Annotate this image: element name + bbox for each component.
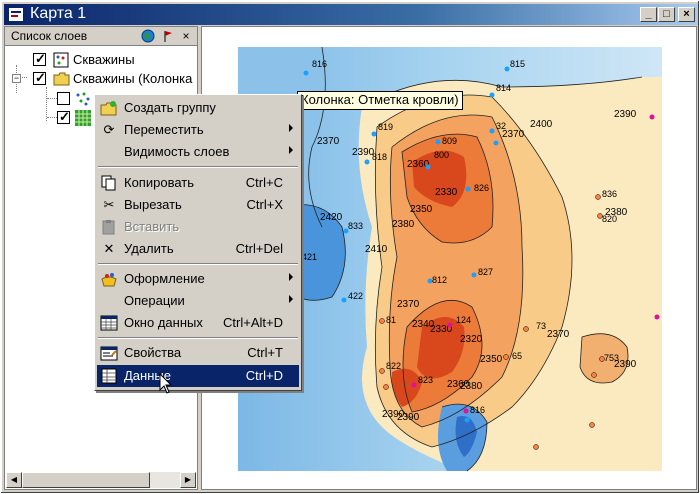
- well-label: 827: [478, 267, 493, 277]
- title-bar[interactable]: Карта 1 _ □ ×: [4, 4, 698, 25]
- layer-visibility-checkbox[interactable]: [57, 109, 70, 125]
- well-label: 815: [510, 59, 525, 69]
- well-label: 81: [386, 315, 396, 325]
- paste-icon: [100, 219, 118, 235]
- data-icon: [100, 368, 118, 384]
- properties-icon: [100, 345, 118, 361]
- contour-label: 2370: [397, 299, 420, 310]
- menu-item-data-window[interactable]: Окно данных Ctrl+Alt+D: [97, 312, 299, 334]
- menu-item-data[interactable]: Данные Ctrl+D: [97, 365, 299, 387]
- layer-label: Скважины (Колонка: [73, 71, 193, 86]
- globe-icon[interactable]: [141, 29, 155, 43]
- scroll-left-icon[interactable]: ◀: [6, 472, 22, 488]
- data-window-icon: [100, 315, 118, 331]
- minimize-button[interactable]: _: [640, 7, 657, 22]
- close-panel-icon[interactable]: ×: [179, 29, 193, 43]
- well-label: 812: [432, 275, 447, 285]
- window-title: Карта 1: [30, 5, 87, 22]
- contour-label: 2370: [317, 136, 340, 147]
- menu-item-delete[interactable]: ✕ Удалить Ctrl+Del: [97, 238, 299, 260]
- well-label: 809: [442, 136, 457, 146]
- move-icon: ⟳: [103, 122, 115, 137]
- cut-icon: ✂: [103, 197, 115, 212]
- well-label: 819: [378, 122, 393, 132]
- layers-panel-header: Список слоев ×: [5, 27, 197, 46]
- style-icon: [100, 271, 118, 287]
- menu-item-style[interactable]: Оформление: [97, 268, 299, 290]
- delete-icon: ✕: [103, 241, 115, 256]
- contour-label: 2380: [460, 381, 483, 392]
- layer-visibility-checkbox[interactable]: [33, 70, 46, 86]
- contour-label: 2390: [382, 409, 405, 420]
- well-label: 814: [496, 83, 511, 93]
- well-label: 65: [512, 351, 522, 361]
- well-label: 73: [536, 321, 546, 331]
- menu-item-paste[interactable]: Вставить: [97, 216, 299, 238]
- maximize-button[interactable]: □: [658, 7, 675, 22]
- contour-label: 2410: [365, 244, 388, 255]
- create-group-icon: [100, 100, 118, 116]
- menu-separator: [98, 263, 298, 265]
- menu-item-layer-visibility[interactable]: Видимость слоев: [97, 141, 299, 163]
- menu-separator: [98, 337, 298, 339]
- folder-icon: [53, 71, 70, 87]
- well-label: 32: [496, 121, 506, 131]
- well-label: 422: [348, 291, 363, 301]
- layer-label: Скважины: [73, 52, 135, 67]
- menu-item-cut[interactable]: ✂ Вырезать Ctrl+X: [97, 194, 299, 216]
- submenu-arrow-icon: [289, 124, 293, 132]
- scrollbar-thumb[interactable]: [22, 472, 150, 488]
- menu-separator: [98, 166, 298, 168]
- contour-label: 2420: [320, 212, 343, 223]
- contour-label: 2350: [480, 354, 503, 365]
- well-label: 833: [348, 221, 363, 231]
- context-menu: Создать группу ⟳ Переместить Видимость с…: [94, 94, 302, 391]
- well-label: 820: [602, 214, 617, 224]
- wells-icon: [53, 52, 69, 68]
- well-label: 753: [604, 353, 619, 363]
- well-label: 818: [372, 152, 387, 162]
- copy-icon: [100, 175, 118, 191]
- close-button[interactable]: ×: [678, 7, 695, 22]
- submenu-arrow-icon: [289, 295, 293, 303]
- app-icon: [8, 7, 24, 22]
- points-layer-icon: [75, 91, 91, 107]
- menu-item-move[interactable]: ⟳ Переместить: [97, 119, 299, 141]
- contour-label: 2370: [547, 329, 570, 340]
- well-label: 822: [386, 361, 401, 371]
- contour-label: 2330: [435, 187, 458, 198]
- layer-tooltip: Колонка: Отметка кровли): [297, 91, 463, 110]
- horizontal-scrollbar[interactable]: ◀ ▶: [6, 472, 196, 488]
- menu-item-create-group[interactable]: Создать группу: [97, 97, 299, 119]
- menu-item-operations[interactable]: Операции: [97, 290, 299, 312]
- mouse-pointer-icon: [159, 372, 173, 398]
- pin-icon[interactable]: [161, 29, 175, 43]
- layer-visibility-checkbox[interactable]: [33, 51, 46, 67]
- collapse-toggle[interactable]: −: [12, 74, 21, 83]
- well-label: 836: [602, 189, 617, 199]
- well-label: 816: [312, 59, 327, 69]
- well-label: 421: [302, 252, 317, 262]
- main-window: Карта 1 _ □ × Список слоев × Скважины: [0, 0, 700, 494]
- scroll-right-icon[interactable]: ▶: [180, 472, 196, 488]
- well-label: 816: [470, 405, 485, 415]
- layers-panel-title: Список слоев: [11, 29, 88, 43]
- grid-layer-icon: [75, 110, 91, 126]
- well-label: 800: [434, 150, 449, 160]
- contour-label: 2390: [614, 109, 637, 120]
- contour-label: 2380: [392, 219, 415, 230]
- well-label: 826: [474, 183, 489, 193]
- menu-item-properties[interactable]: Свойства Ctrl+T: [97, 342, 299, 364]
- contour-label: 2320: [460, 334, 483, 345]
- well-label: 124: [456, 315, 471, 325]
- contour-label: 2400: [530, 119, 553, 130]
- layer-visibility-checkbox[interactable]: [57, 92, 70, 105]
- well-label: 823: [418, 375, 433, 385]
- menu-item-copy[interactable]: Копировать Ctrl+C: [97, 172, 299, 194]
- submenu-arrow-icon: [289, 146, 293, 154]
- contour-label: 2350: [410, 204, 433, 215]
- submenu-arrow-icon: [289, 273, 293, 281]
